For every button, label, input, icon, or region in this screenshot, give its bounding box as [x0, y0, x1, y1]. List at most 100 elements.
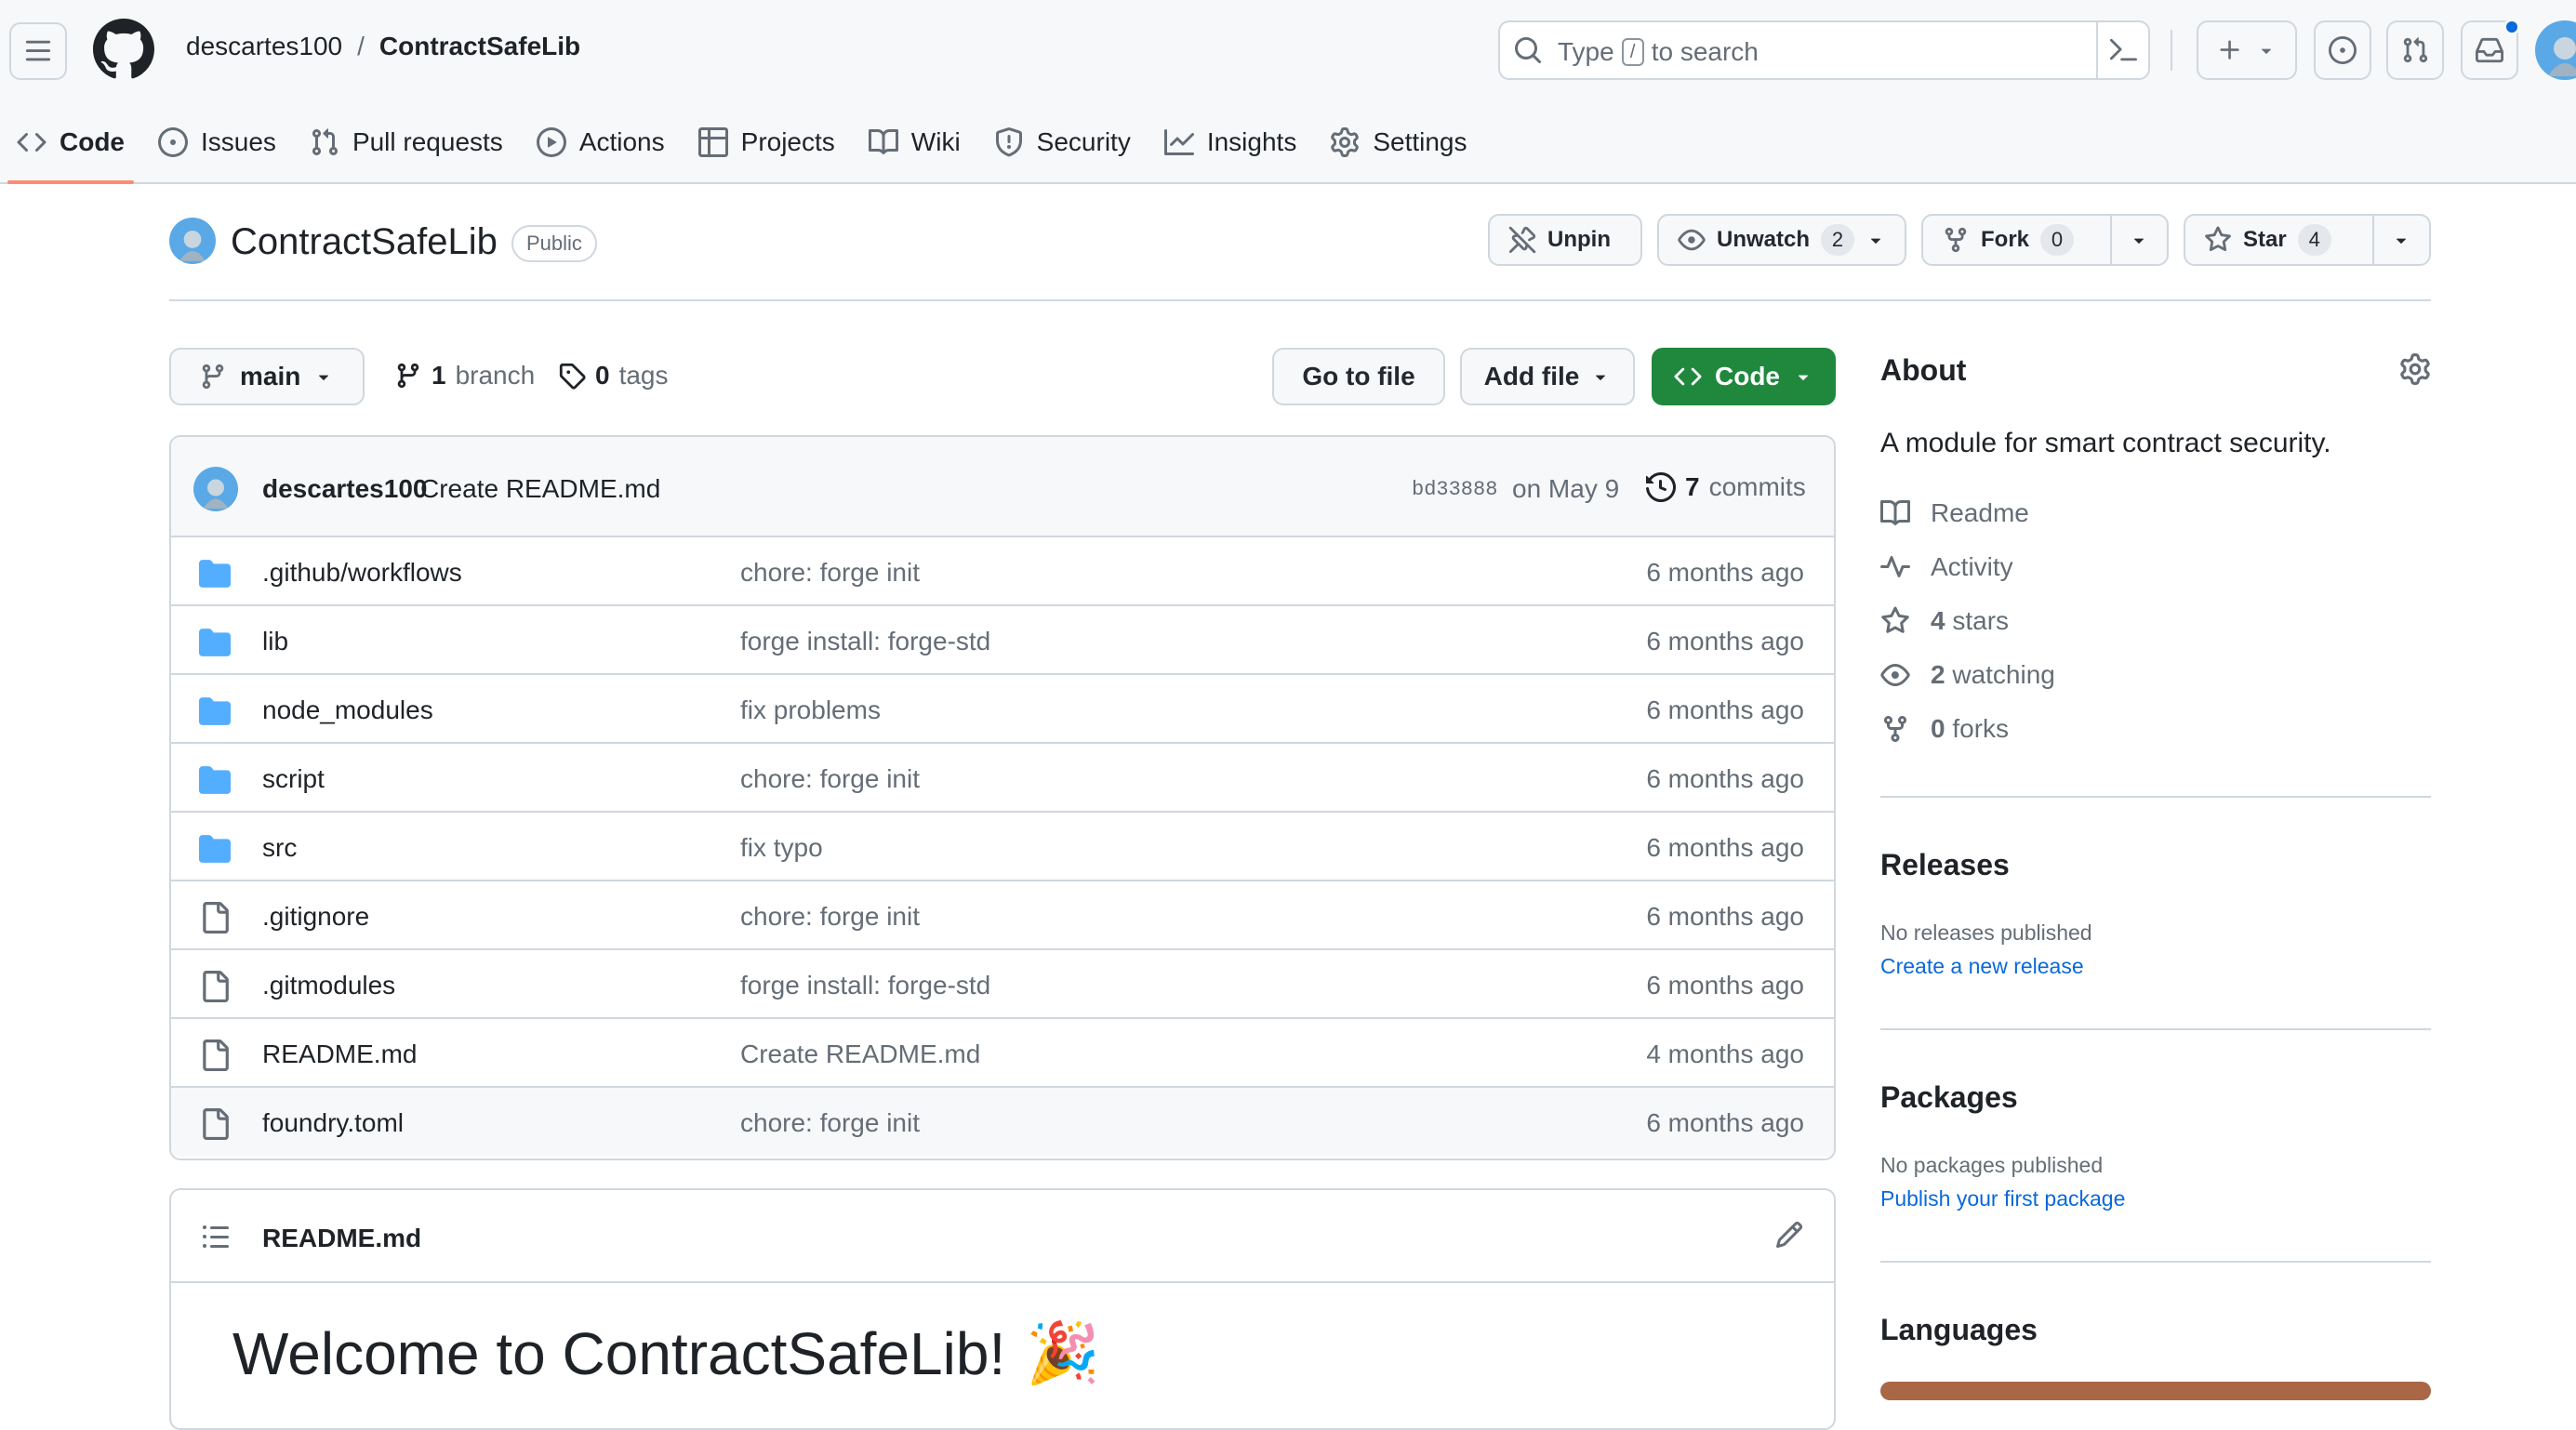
tab-insights[interactable]: Insights — [1148, 112, 1314, 173]
activity-link[interactable]: Activity — [1880, 552, 2013, 582]
star-lists-button[interactable] — [2371, 216, 2429, 264]
file-commit-message-link[interactable]: chore: forge init — [740, 558, 920, 588]
file-name-link[interactable]: foundry.toml — [262, 1108, 404, 1138]
file-commit-message-link[interactable]: chore: forge init — [740, 764, 920, 794]
file-commit-message-link[interactable]: chore: forge init — [740, 1108, 920, 1138]
file-commit-message-link[interactable]: forge install: forge-std — [740, 627, 990, 656]
readme-link[interactable]: Readme — [1880, 498, 2029, 528]
file-icon — [199, 971, 231, 1002]
tab-security[interactable]: Security — [977, 112, 1148, 173]
file-commit-message-link[interactable]: fix typo — [740, 833, 823, 863]
file-row[interactable]: script chore: forge init 6 months ago — [171, 744, 1834, 813]
watching-count: 2 — [1931, 660, 1945, 689]
file-commit-age: 6 months ago — [1646, 1108, 1804, 1137]
packages-title[interactable]: Packages — [1880, 1080, 2018, 1115]
file-row[interactable]: .gitmodules forge install: forge-std 6 mon… — [171, 950, 1834, 1019]
pull-requests-shortcut-button[interactable] — [2386, 20, 2444, 80]
file-name-link[interactable]: .gitignore — [262, 902, 369, 932]
tab-settings[interactable]: Settings — [1313, 112, 1483, 173]
publish-package-link[interactable]: Publish your first package — [1880, 1186, 2125, 1212]
file-commit-message-link[interactable]: chore: forge init — [740, 902, 920, 932]
gear-icon[interactable] — [2399, 353, 2431, 385]
file-name-link[interactable]: README.md — [262, 1039, 417, 1069]
visibility-badge: Public — [511, 225, 597, 262]
repo-owner-avatar[interactable] — [169, 218, 216, 264]
code-button[interactable]: Code — [1652, 348, 1836, 405]
create-release-link[interactable]: Create a new release — [1880, 954, 2084, 979]
add-file-button[interactable]: Add file — [1460, 348, 1635, 405]
tab-actions[interactable]: Actions — [520, 112, 682, 173]
file-row[interactable]: node_modules fix problems 6 months ago — [171, 675, 1834, 744]
branch-name: main — [240, 362, 301, 391]
commit-message[interactable]: Create README.md — [420, 474, 660, 504]
file-name-link[interactable]: node_modules — [262, 695, 433, 725]
commits-link[interactable]: 7 commits — [1646, 472, 1806, 502]
star-icon — [1881, 606, 1909, 633]
tab-wiki[interactable]: Wiki — [852, 112, 977, 173]
breadcrumb-repo-link[interactable]: ContractSafeLib — [379, 32, 580, 61]
commit-hash[interactable]: bd33888 — [1412, 478, 1497, 501]
file-name-link[interactable]: src — [262, 833, 297, 863]
search-input[interactable]: Type / to search — [1498, 20, 2150, 80]
commit-author-avatar[interactable] — [193, 467, 238, 511]
branch-selector[interactable]: main — [169, 348, 365, 405]
tags-link[interactable]: 0 tags — [558, 361, 669, 391]
star-button[interactable]: Star 4 — [2185, 216, 2372, 264]
issue-opened-icon — [2329, 36, 2357, 64]
file-row[interactable]: lib forge install: forge-std 6 months ago — [171, 606, 1834, 675]
unpin-label: Unpin — [1547, 227, 1611, 252]
command-palette-button[interactable] — [2096, 22, 2148, 78]
file-row[interactable]: .gitignore chore: forge init 6 months ago — [171, 881, 1834, 950]
readme-filename[interactable]: README.md — [262, 1224, 421, 1253]
list-unordered-icon[interactable] — [201, 1222, 231, 1251]
unpin-button[interactable]: Unpin — [1488, 214, 1642, 266]
file-name-link[interactable]: script — [262, 764, 325, 794]
create-new-button[interactable] — [2197, 20, 2297, 80]
file-commit-message-link[interactable]: forge install: forge-std — [740, 971, 990, 1000]
commit-author[interactable]: descartes100 — [262, 474, 427, 504]
tab-projects[interactable]: Projects — [682, 112, 852, 173]
pin-slash-icon — [1508, 226, 1536, 254]
watching-link[interactable]: 2 watching — [1880, 660, 2055, 690]
file-name-link[interactable]: lib — [262, 627, 288, 656]
tab-code[interactable]: Code — [0, 112, 141, 184]
go-to-file-button[interactable]: Go to file — [1272, 348, 1445, 405]
commit-date: on May 9 — [1512, 474, 1620, 503]
stars-label: stars — [1952, 606, 2010, 635]
issues-shortcut-button[interactable] — [2314, 20, 2371, 80]
user-avatar[interactable] — [2535, 20, 2576, 80]
file-row[interactable]: src fix typo 6 months ago — [171, 813, 1834, 881]
file-commit-message-link[interactable]: Create README.md — [740, 1039, 980, 1069]
file-name-link[interactable]: .gitmodules — [262, 971, 395, 1000]
repo-description: A module for smart contract security. — [1880, 428, 2331, 458]
file-commit-age: 6 months ago — [1646, 764, 1804, 793]
watching-label: watching — [1952, 660, 2055, 689]
tab-pull-requests[interactable]: Pull requests — [293, 112, 520, 173]
forks-link[interactable]: 0 forks — [1880, 714, 2009, 744]
avatar-image-icon — [2548, 37, 2576, 76]
pencil-icon[interactable] — [1774, 1220, 1804, 1250]
avatar-image-icon — [203, 479, 229, 509]
fork-options-button[interactable] — [2109, 216, 2167, 264]
star-button-group: Star 4 — [2184, 214, 2431, 266]
branch-count: 1 — [432, 361, 446, 390]
tab-actions-label: Actions — [578, 127, 665, 156]
stars-count: 4 — [1931, 606, 1945, 635]
tab-issues[interactable]: Issues — [141, 112, 293, 173]
breadcrumb-owner-link[interactable]: descartes100 — [186, 32, 342, 61]
branches-link[interactable]: 1 branch — [394, 361, 535, 391]
folder-icon — [199, 695, 231, 727]
fork-button[interactable]: Fork 0 — [1923, 216, 2110, 264]
file-row[interactable]: .github/workflows chore: forge init 6 mont… — [171, 537, 1834, 606]
unwatch-button[interactable]: Unwatch 2 — [1659, 216, 1897, 264]
menu-button[interactable] — [9, 22, 67, 80]
github-logo-icon[interactable] — [93, 19, 154, 80]
stars-link[interactable]: 4 stars — [1880, 606, 2009, 636]
file-row[interactable]: foundry.toml chore: forge init 6 months ag… — [171, 1088, 1834, 1157]
releases-title[interactable]: Releases — [1880, 848, 2010, 882]
repo-title[interactable]: ContractSafeLib — [231, 221, 498, 263]
language-bar[interactable] — [1880, 1382, 2431, 1400]
file-row[interactable]: README.md Create README.md 4 months ago — [171, 1019, 1834, 1088]
file-name-link[interactable]: .github/workflows — [262, 558, 462, 588]
file-commit-message-link[interactable]: fix problems — [740, 695, 881, 725]
